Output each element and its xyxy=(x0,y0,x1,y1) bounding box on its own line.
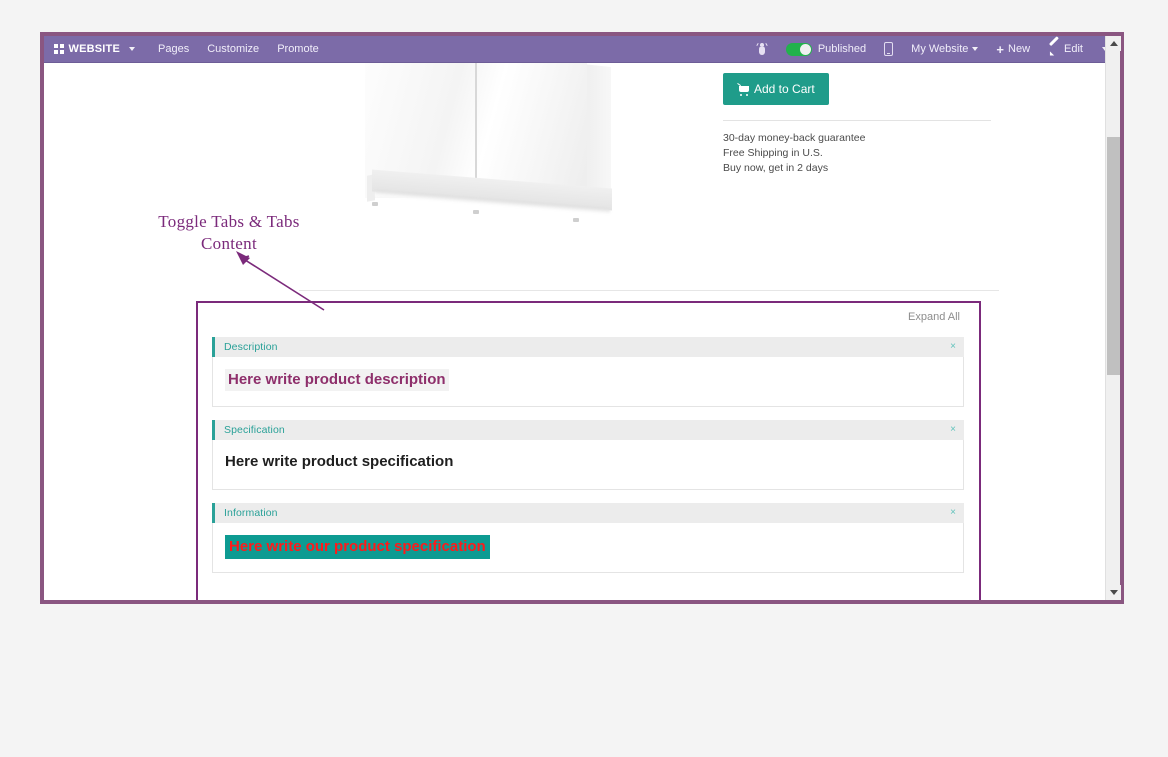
close-icon[interactable]: × xyxy=(950,425,956,435)
shopping-cart-icon xyxy=(736,82,749,96)
section-divider-rule xyxy=(299,290,999,291)
add-to-cart-label: Add to Cart xyxy=(754,82,815,96)
scrollbar-down-button[interactable] xyxy=(1106,585,1121,600)
triangle-down-icon xyxy=(1109,590,1118,595)
vertical-scrollbar[interactable] xyxy=(1105,36,1121,600)
edit-button-label: Edit xyxy=(1064,43,1083,55)
annotation-callout-text: Toggle Tabs & Tabs Content xyxy=(114,211,344,255)
tab-header-information[interactable]: Information × xyxy=(212,503,964,523)
scrollbar-up-button[interactable] xyxy=(1106,36,1121,51)
new-button[interactable]: + New xyxy=(987,37,1039,62)
tab-title-information: Information xyxy=(224,507,278,519)
product-info-column: Add to Cart 30-day money-back guarantee … xyxy=(723,63,991,176)
close-icon[interactable]: × xyxy=(950,508,956,518)
scrollbar-thumb[interactable] xyxy=(1107,137,1120,375)
topbar-left-group: WEBSITE Pages Customize Promote xyxy=(44,37,328,61)
tab-content-information[interactable]: Here write our product specification xyxy=(225,535,490,559)
site-selector-menu[interactable]: My Website xyxy=(902,37,987,61)
tab-content-description[interactable]: Here write product description xyxy=(225,369,449,391)
tab-block-specification: Specification × Here write product speci… xyxy=(212,420,964,490)
annotation-text-line-2: Content xyxy=(201,234,257,253)
tab-body-information: Here write our product specification xyxy=(212,523,964,573)
tab-block-description: Description × Here write product descrip… xyxy=(212,337,964,407)
website-page-viewport: Add to Cart 30-day money-back guarantee … xyxy=(44,63,1105,600)
topbar-item-pages[interactable]: Pages xyxy=(149,37,198,61)
product-tabs-region: Expand All Description × Here write prod… xyxy=(212,311,964,586)
triangle-up-icon xyxy=(1109,41,1118,46)
tab-body-specification: Here write product specification xyxy=(212,440,964,490)
new-button-label: New xyxy=(1008,43,1031,55)
tab-block-information: Information × Here write our product spe… xyxy=(212,503,964,573)
browser-window-frame: WEBSITE Pages Customize Promote Publishe… xyxy=(40,32,1124,604)
bug-icon xyxy=(756,42,768,56)
topbar-right-group: Published My Website + New Edit xyxy=(747,36,1120,62)
annotation-text-line-1: Toggle Tabs & Tabs xyxy=(158,212,300,231)
tab-title-description: Description xyxy=(224,341,278,353)
debug-menu-button[interactable] xyxy=(747,37,777,62)
odoo-website-topbar: WEBSITE Pages Customize Promote Publishe… xyxy=(44,36,1120,63)
publish-status-label: Published xyxy=(817,43,867,55)
site-selector-label: My Website xyxy=(911,43,969,55)
topbar-item-promote[interactable]: Promote xyxy=(268,37,328,61)
guarantee-line-shipping: Free Shipping in U.S. xyxy=(723,147,823,159)
tab-title-specification: Specification xyxy=(224,424,285,436)
chevron-down-icon xyxy=(972,47,979,51)
website-brand-menu[interactable]: WEBSITE xyxy=(54,38,143,60)
mobile-preview-button[interactable] xyxy=(875,36,902,62)
tab-body-description: Here write product description xyxy=(212,357,964,407)
product-image xyxy=(325,63,625,243)
chevron-down-icon xyxy=(129,47,136,51)
expand-all-link[interactable]: Expand All xyxy=(212,311,964,323)
tab-content-specification[interactable]: Here write product specification xyxy=(225,452,453,472)
topbar-item-customize[interactable]: Customize xyxy=(198,37,268,61)
close-icon[interactable]: × xyxy=(950,342,956,352)
guarantee-line-money-back: 30-day money-back guarantee xyxy=(723,132,866,144)
mobile-phone-icon xyxy=(884,42,894,56)
website-brand-label: WEBSITE xyxy=(68,43,121,55)
tab-header-description[interactable]: Description × xyxy=(212,337,964,357)
apps-grid-icon xyxy=(54,44,64,54)
pencil-icon xyxy=(1048,43,1060,55)
info-divider xyxy=(723,120,991,121)
tab-header-specification[interactable]: Specification × xyxy=(212,420,964,440)
add-to-cart-button[interactable]: Add to Cart xyxy=(723,73,829,105)
guarantee-line-delivery: Buy now, get in 2 days xyxy=(723,162,829,174)
edit-button[interactable]: Edit xyxy=(1039,37,1092,61)
plus-icon: + xyxy=(996,41,1005,57)
publish-toggle[interactable]: Published xyxy=(777,37,875,62)
toggle-switch-icon xyxy=(785,42,812,56)
